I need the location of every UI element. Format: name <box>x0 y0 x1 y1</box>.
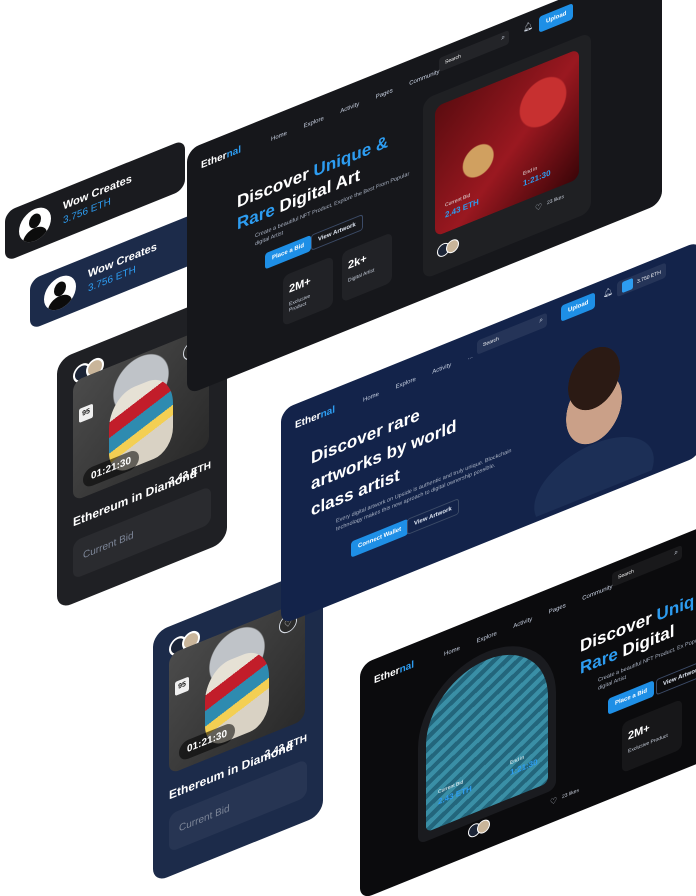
logo[interactable]: Ethernal <box>374 659 414 686</box>
nav-explore[interactable]: Explore <box>476 631 496 645</box>
nav-home[interactable]: Home <box>363 391 379 403</box>
artwork-price: 2.43 ETH <box>264 732 307 761</box>
nav-explore[interactable]: Explore <box>395 377 415 391</box>
search-icon: ⌕ <box>501 33 505 43</box>
heart-icon[interactable]: ♡ <box>535 202 542 214</box>
connect-wallet-button[interactable]: Connect Wallet <box>351 518 409 558</box>
nav-community[interactable]: Community <box>409 69 439 87</box>
stat-products: 2M+ Exclusive Product <box>622 698 682 774</box>
screen-black-hero: Ethernal Home Explore Activity Pages Com… <box>360 519 696 896</box>
nav-home[interactable]: Home <box>444 646 460 658</box>
nav-home[interactable]: Home <box>271 131 287 143</box>
heart-icon[interactable]: ♡ <box>550 795 557 807</box>
avatar <box>622 277 633 294</box>
artwork-tag: 95 <box>175 676 189 697</box>
artwork-tag: 95 <box>79 403 93 424</box>
logo[interactable]: Ethernal <box>201 144 241 171</box>
artwork-price: 2.43 ETH <box>168 459 211 488</box>
logo[interactable]: Ethernal <box>295 404 335 431</box>
search-icon: ⌕ <box>539 316 543 325</box>
stat-products: 2M+ Exclusive Product <box>283 256 333 327</box>
owner-avatars <box>437 234 467 260</box>
view-artwork-button[interactable]: View Artwork <box>407 498 459 536</box>
nav-pages[interactable]: Pages <box>549 603 566 616</box>
search-icon: ⌕ <box>674 548 678 558</box>
stat-artists: 2k+ Digital Artist <box>342 232 392 303</box>
avatar <box>446 237 459 256</box>
likes-count: 23 likes <box>562 787 579 801</box>
nav-activity[interactable]: Activity <box>340 101 359 115</box>
main-nav: Home Explore Activity ... <box>363 340 485 407</box>
nav-community[interactable]: Community <box>582 584 612 602</box>
nav-more[interactable]: ... <box>468 354 473 362</box>
avatar <box>477 817 490 836</box>
nav-explore[interactable]: Explore <box>303 116 323 130</box>
nav-activity[interactable]: Activity <box>432 362 451 376</box>
likes-count: 23 likes <box>547 193 564 207</box>
nav-activity[interactable]: Activity <box>513 616 532 630</box>
user-avatar-icon <box>44 270 76 316</box>
user-avatar-icon <box>19 202 51 248</box>
nav-pages[interactable]: Pages <box>376 88 393 101</box>
